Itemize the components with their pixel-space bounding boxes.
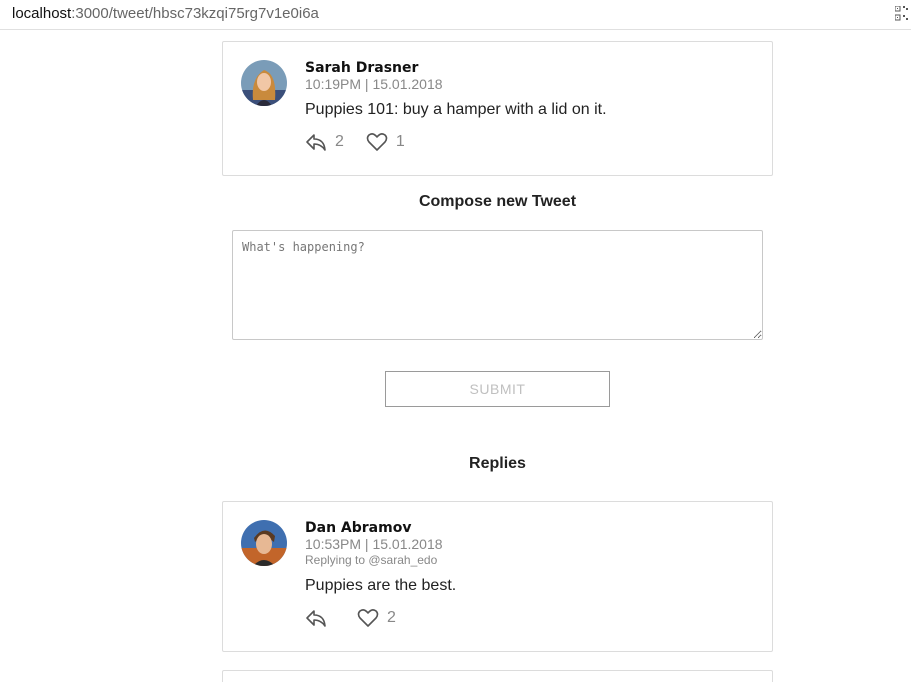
like-count: 2: [387, 609, 396, 626]
main-tweet-card[interactable]: Sarah Drasner 10:19PM | 15.01.2018 Puppi…: [222, 41, 773, 176]
reply-icon[interactable]: [305, 608, 327, 628]
tweet-actions: 2: [305, 607, 418, 629]
reply-icon[interactable]: [305, 132, 327, 152]
tweet-timestamp: 10:53PM | 15.01.2018: [305, 536, 443, 552]
reply-count: 2: [335, 133, 344, 150]
qr-code-icon[interactable]: [895, 6, 909, 22]
heart-icon[interactable]: [366, 132, 388, 152]
like-count: 1: [395, 133, 405, 150]
url-path: :3000/tweet/hbsc73kzqi75rg7v1e0i6a: [71, 5, 319, 22]
browser-url-bar[interactable]: localhost:3000/tweet/hbsc73kzqi75rg7v1e0…: [0, 0, 911, 30]
tweet-text: Puppies are the best.: [305, 577, 457, 594]
tweet-actions: 2 1: [305, 131, 427, 153]
heart-icon[interactable]: [357, 608, 379, 628]
tweet-timestamp: 10:19PM | 15.01.2018: [305, 76, 443, 92]
submit-button[interactable]: SUBMIT: [385, 371, 610, 407]
tweet-text: Puppies 101: buy a hamper with a lid on …: [305, 101, 607, 118]
tweet-author[interactable]: Dan Abramov: [305, 520, 411, 536]
avatar[interactable]: [241, 60, 287, 106]
avatar[interactable]: [241, 520, 287, 566]
replying-to-label[interactable]: Replying to @sarah_edo: [305, 553, 437, 567]
replies-title: Replies: [469, 455, 526, 472]
tweet-author[interactable]: Sarah Drasner: [305, 60, 418, 76]
url-host: localhost: [12, 5, 72, 22]
url-text[interactable]: localhost:3000/tweet/hbsc73kzqi75rg7v1e0…: [12, 5, 319, 22]
reply-tweet-card[interactable]: [222, 670, 773, 682]
reply-tweet-card[interactable]: Dan Abramov 10:53PM | 15.01.2018 Replyin…: [222, 501, 773, 652]
compose-title: Compose new Tweet: [418, 193, 577, 210]
compose-tweet-input[interactable]: [232, 230, 763, 340]
